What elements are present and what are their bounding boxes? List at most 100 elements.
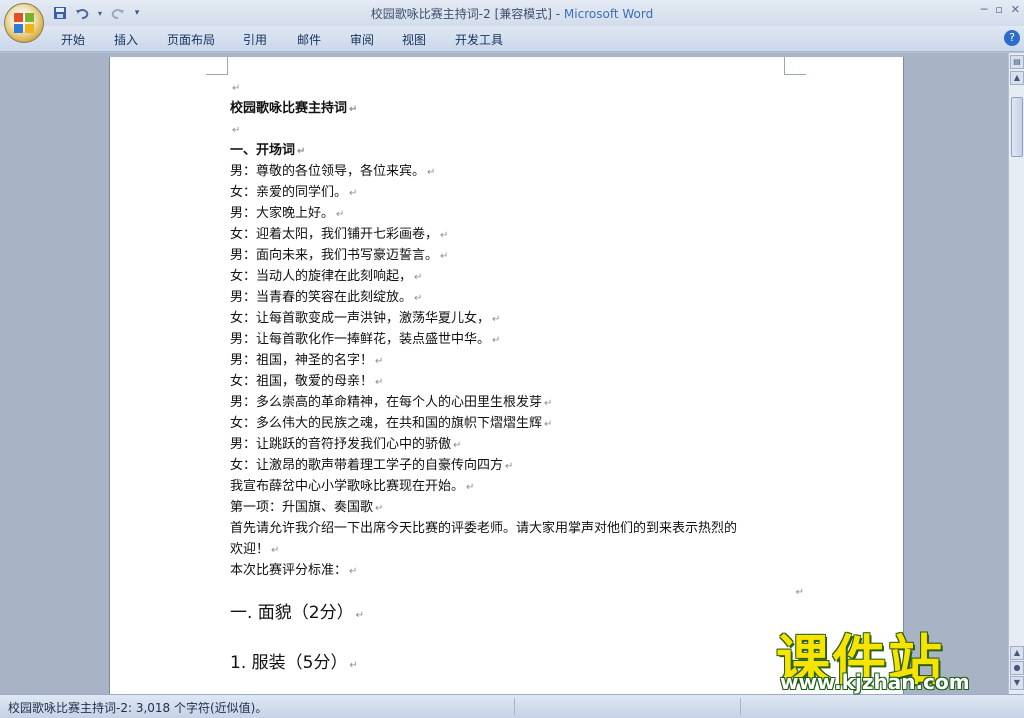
title-bar: ▾ ▾ 校园歌咏比赛主持词-2 [兼容模式] - Microsoft Word … xyxy=(0,0,1024,26)
section-heading: 一. 面貌（2分） ↵ xyxy=(230,601,810,625)
line-text: 男：面向未来，我们书写豪迈誓言。 xyxy=(230,248,439,263)
document-line: 校园歌咏比赛主持词 ↵ xyxy=(230,98,810,119)
paragraph-mark-icon: ↵ xyxy=(232,125,241,136)
paragraph-mark-icon: ↵ xyxy=(355,610,365,621)
line-text: 女：多么伟大的民族之魂，在共和国的旗帜下熠熠生辉 xyxy=(230,416,543,431)
title-separator: - xyxy=(551,7,564,21)
status-divider xyxy=(740,698,741,715)
paragraph-mark-line: ↵ xyxy=(230,581,810,598)
paragraph-mark-icon: ↵ xyxy=(375,356,384,367)
ruler-toggle-icon[interactable]: ▤ xyxy=(1010,55,1024,69)
line-text: 男：让每首歌化作一捧鲜花，装点盛世中华。 xyxy=(230,332,491,347)
paragraph-mark-icon: ↵ xyxy=(349,660,358,671)
line-text: 女：让每首歌变成一声洪钟，激荡华夏儿女， xyxy=(230,311,491,326)
line-text: 欢迎！ xyxy=(230,542,270,557)
paragraph-mark-icon: ↵ xyxy=(375,377,384,388)
paragraph-mark-icon: ↵ xyxy=(505,461,514,472)
document-line: 首先请允许我介绍一下出席今天比赛的评委老师。请大家用掌声对他们的到来表示热烈的 xyxy=(230,518,810,539)
paragraph-mark-icon: ↵ xyxy=(492,314,501,325)
paragraph-mark-icon: ↵ xyxy=(466,482,475,493)
paragraph-mark-icon: ↵ xyxy=(232,83,241,94)
crop-mark-top-right xyxy=(784,57,806,75)
document-line: 一、开场词 ↵ xyxy=(230,140,810,161)
select-browse-icon[interactable]: ● xyxy=(1010,661,1024,675)
paragraph-mark-icon: ↵ xyxy=(271,545,280,556)
paragraph-mark-icon: ↵ xyxy=(414,272,423,283)
document-line: 女：亲爱的同学们。 ↵ xyxy=(230,182,810,203)
paragraph-mark-icon: ↵ xyxy=(795,587,804,598)
document-body[interactable]: ↵ 校园歌咏比赛主持词 ↵ ↵ 一、开场词 ↵ 男：尊敬的各位领导，各位来宾。 ↵ 女：亲爱的同… xyxy=(230,77,810,718)
next-page-icon[interactable]: ▼ xyxy=(1010,676,1024,690)
heading-text: 1. 服装（5分） xyxy=(230,653,348,673)
help-icon[interactable]: ? xyxy=(1004,30,1020,46)
document-line: 女：祖国，敬爱的母亲！ ↵ xyxy=(230,371,810,392)
scroll-up-icon[interactable]: ▲ xyxy=(1010,71,1024,85)
line-text: 第一项：升国旗、奏国歌 xyxy=(230,500,374,515)
line-text: 男：祖国，神圣的名字！ xyxy=(230,353,374,368)
document-line: 本次比赛评分标准： ↵ xyxy=(230,560,810,581)
document-line: 男：面向未来，我们书写豪迈誓言。 ↵ xyxy=(230,245,810,266)
document-line: 男：多么崇高的革命精神，在每个人的心田里生根发芽 ↵ xyxy=(230,392,810,413)
scroll-thumb[interactable] xyxy=(1011,97,1023,157)
line-text: 女：当动人的旋律在此刻响起， xyxy=(230,269,413,284)
crop-mark-top-left xyxy=(206,57,228,75)
prev-page-icon[interactable]: ▲ xyxy=(1010,646,1024,660)
paragraph-mark-icon: ↵ xyxy=(375,503,384,514)
document-line: 欢迎！ ↵ xyxy=(230,539,810,560)
line-text: 首先请允许我介绍一下出席今天比赛的评委老师。请大家用掌声对他们的到来表示热烈的 xyxy=(230,521,738,536)
line-text: 本次比赛评分标准： xyxy=(230,563,348,578)
paragraph-mark-icon: ↵ xyxy=(453,440,462,451)
line-text: 我宣布薛岔中心小学歌咏比赛现在开始。 xyxy=(230,479,465,494)
tab-insert[interactable]: 插入 xyxy=(114,31,138,48)
line-text: 男：当青春的笑容在此刻绽放。 xyxy=(230,290,413,305)
paragraph-mark-icon: ↵ xyxy=(427,167,436,178)
heading-text: 一. 面貌（2分） xyxy=(230,603,354,623)
document-page[interactable]: ↵ 校园歌咏比赛主持词 ↵ ↵ 一、开场词 ↵ 男：尊敬的各位领导，各位来宾。 ↵ 女：亲爱的同… xyxy=(109,57,904,718)
paragraph-mark-icon: ↵ xyxy=(336,209,345,220)
line-text: 男：多么崇高的革命精神，在每个人的心田里生根发芽 xyxy=(230,395,543,410)
office-button[interactable] xyxy=(4,3,44,43)
line-text: 校园歌咏比赛主持词 xyxy=(230,101,348,116)
tab-references[interactable]: 引用 xyxy=(243,31,267,48)
close-icon[interactable]: ✕ xyxy=(1011,3,1020,16)
line-text: 男：尊敬的各位领导，各位来宾。 xyxy=(230,164,426,179)
paragraph-mark-icon: ↵ xyxy=(349,104,358,115)
document-workspace: ↵ 校园歌咏比赛主持词 ↵ ↵ 一、开场词 ↵ 男：尊敬的各位领导，各位来宾。 ↵ 女：亲爱的同… xyxy=(0,53,1008,718)
document-line: 男：大家晚上好。 ↵ xyxy=(230,203,810,224)
paragraph-mark-icon: ↵ xyxy=(414,293,423,304)
document-line: 女：当动人的旋律在此刻响起， ↵ xyxy=(230,266,810,287)
tab-mailings[interactable]: 邮件 xyxy=(297,31,321,48)
document-line: 男：祖国，神圣的名字！ ↵ xyxy=(230,350,810,371)
document-line: 男：让每首歌化作一捧鲜花，装点盛世中华。 ↵ xyxy=(230,329,810,350)
document-line: 女：迎着太阳，我们铺开七彩画卷， ↵ xyxy=(230,224,810,245)
line-text: 男：让跳跃的音符抒发我们心中的骄傲 xyxy=(230,437,452,452)
paragraph-mark-icon: ↵ xyxy=(349,188,358,199)
document-line: 男：让跳跃的音符抒发我们心中的骄傲 ↵ xyxy=(230,434,810,455)
section-heading: 1. 服装（5分） ↵ xyxy=(230,651,810,675)
document-title: 校园歌咏比赛主持词-2 [兼容模式] xyxy=(370,7,552,21)
line-text: 女：迎着太阳，我们铺开七彩画卷， xyxy=(230,227,439,242)
window-controls: ─ ▫ ✕ xyxy=(981,3,1020,16)
tab-home[interactable]: 开始 xyxy=(61,31,85,48)
status-divider xyxy=(514,698,515,715)
vertical-scrollbar[interactable]: ▤ ▲ ▲ ● ▼ xyxy=(1008,53,1024,694)
paragraph-mark-icon: ↵ xyxy=(544,419,553,430)
line-text: 女：亲爱的同学们。 xyxy=(230,185,348,200)
restore-icon[interactable]: ▫ xyxy=(995,3,1002,16)
status-bar: 校园歌咏比赛主持词-2: 3,018 个字符(近似值)。 xyxy=(0,694,1024,718)
document-line: 男：尊敬的各位领导，各位来宾。 ↵ xyxy=(230,161,810,182)
line-text: 女：祖国，敬爱的母亲！ xyxy=(230,374,374,389)
paragraph-mark-icon: ↵ xyxy=(440,230,449,241)
minimize-icon[interactable]: ─ xyxy=(981,3,988,16)
paragraph-mark-icon: ↵ xyxy=(297,146,306,157)
tab-developer[interactable]: 开发工具 xyxy=(455,31,503,48)
document-line: 男：当青春的笑容在此刻绽放。 ↵ xyxy=(230,287,810,308)
document-line: 女：让激昂的歌声带着理工学子的自豪传向四方 ↵ xyxy=(230,455,810,476)
office-logo-icon xyxy=(14,13,34,33)
status-word-count[interactable]: 校园歌咏比赛主持词-2: 3,018 个字符(近似值)。 xyxy=(8,699,267,716)
tab-review[interactable]: 审阅 xyxy=(350,31,374,48)
tab-page-layout[interactable]: 页面布局 xyxy=(167,31,215,48)
tab-view[interactable]: 视图 xyxy=(402,31,426,48)
document-line: 女：让每首歌变成一声洪钟，激荡华夏儿女， ↵ xyxy=(230,308,810,329)
document-line: ↵ xyxy=(230,119,810,140)
